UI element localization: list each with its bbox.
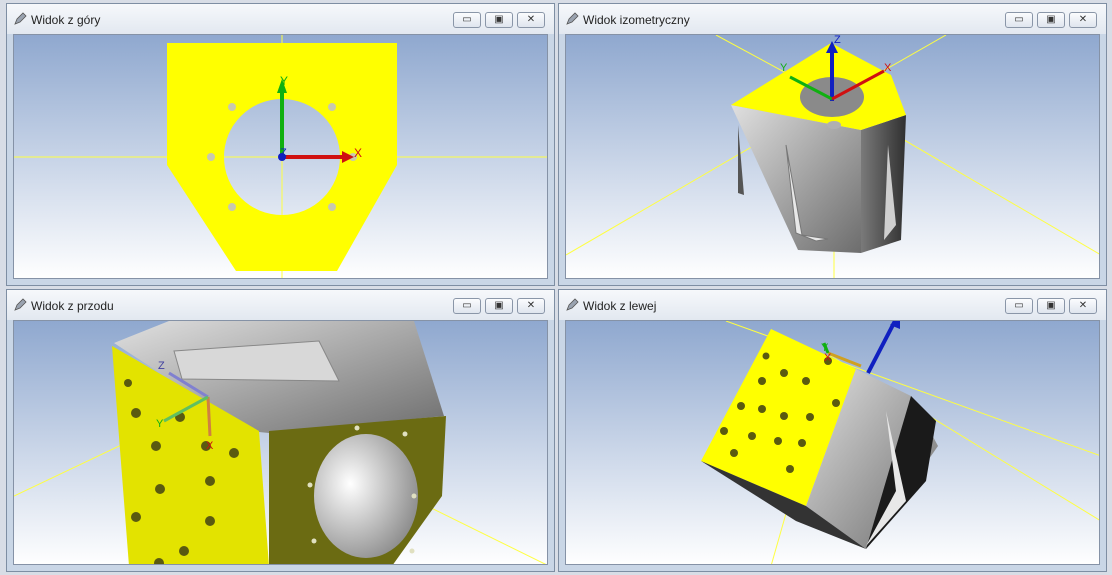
viewport-canvas[interactable]: Z X Y [13,320,548,565]
viewport-window-top: Widok z góry ▭ ▣ ✕ Y X Z [6,3,555,286]
viewport-canvas[interactable]: Z Y X [565,34,1100,279]
close-button[interactable]: ✕ [1069,298,1097,314]
axis-label-y: Y [280,74,288,88]
close-button[interactable]: ✕ [517,12,545,28]
window-title: Widok izometryczny [583,13,690,27]
axis-label-x: X [824,352,832,364]
pen-icon [14,12,27,25]
axis-label-y: Y [780,62,788,74]
title-bar[interactable]: Widok z lewej ▭ ▣ ✕ [559,290,1106,320]
close-icon: ✕ [526,14,536,25]
title-bar[interactable]: Widok z góry ▭ ▣ ✕ [7,4,554,34]
maximize-icon: ▣ [494,300,504,311]
minimize-icon: ▭ [1014,14,1024,25]
window-title: Widok z góry [31,13,101,27]
minimize-button[interactable]: ▭ [453,298,481,314]
maximize-button[interactable]: ▣ [1037,298,1065,314]
close-icon: ✕ [1078,14,1088,25]
minimize-icon: ▭ [462,14,472,25]
minimize-button[interactable]: ▭ [453,12,481,28]
title-bar[interactable]: Widok izometryczny ▭ ▣ ✕ [559,4,1106,34]
pen-icon [566,298,579,311]
viewport-canvas[interactable]: Y X Z [13,34,548,279]
window-title: Widok z przodu [31,299,114,313]
axis-label-z: Z [280,147,287,159]
axis-label-z: Z [834,35,841,46]
viewport-window-left: Widok z lewej ▭ ▣ ✕ Y X [558,289,1107,572]
maximize-icon: ▣ [1046,14,1056,25]
maximize-icon: ▣ [1046,300,1056,311]
maximize-icon: ▣ [494,14,504,25]
maximize-button[interactable]: ▣ [485,298,513,314]
pen-icon [14,298,27,311]
maximize-button[interactable]: ▣ [485,12,513,28]
axis-label-x: X [884,62,892,74]
minimize-icon: ▭ [462,300,472,311]
axis-label-y: Y [156,418,164,430]
minimize-button[interactable]: ▭ [1005,12,1033,28]
axis-label-z: Z [158,360,165,372]
viewport-window-isometric: Widok izometryczny ▭ ▣ ✕ Z Y X [558,3,1107,286]
close-button[interactable]: ✕ [1069,12,1097,28]
part-front [112,321,446,564]
viewport-canvas[interactable]: Y X [565,320,1100,565]
axis-label-x: X [206,440,214,452]
title-bar[interactable]: Widok z przodu ▭ ▣ ✕ [7,290,554,320]
pen-icon [566,12,579,25]
close-button[interactable]: ✕ [517,298,545,314]
minimize-button[interactable]: ▭ [1005,298,1033,314]
close-icon: ✕ [1078,300,1088,311]
close-icon: ✕ [526,300,536,311]
viewport-window-front: Widok z przodu ▭ ▣ ✕ Z X Y [6,289,555,572]
minimize-icon: ▭ [1014,300,1024,311]
axis-label-x: X [354,146,362,160]
maximize-button[interactable]: ▣ [1037,12,1065,28]
window-title: Widok z lewej [583,299,657,313]
